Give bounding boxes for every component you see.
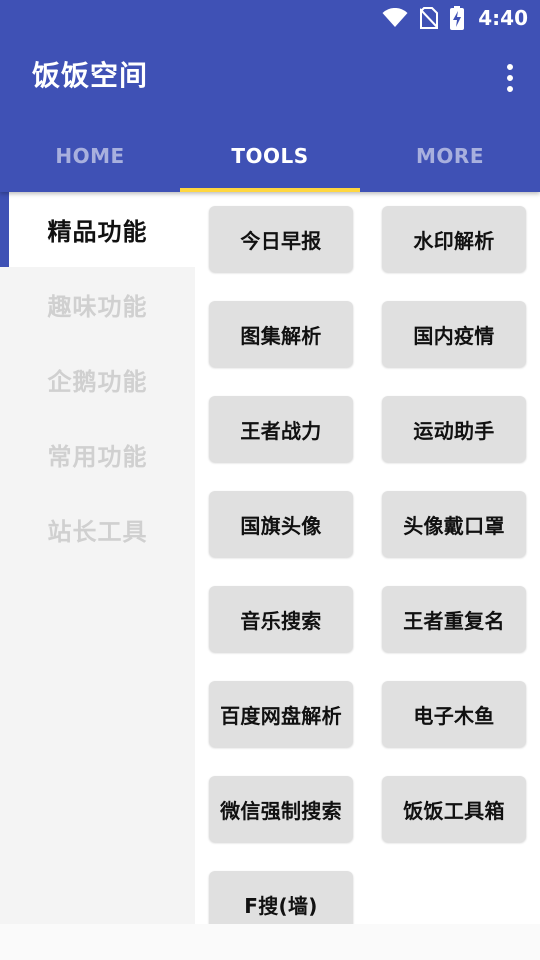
sidebar-item-premium[interactable]: 精品功能 (0, 192, 195, 267)
status-bar: 4:40 (0, 0, 540, 36)
tool-button-gallery-parse[interactable]: 图集解析 (209, 301, 353, 367)
tab-tools[interactable]: TOOLS (180, 120, 360, 192)
tools-grid: 今日早报 水印解析 图集解析 国内疫情 王者战力 运动助手 国旗头像 头像戴口罩… (209, 206, 526, 924)
tool-button-domestic-epidemic[interactable]: 国内疫情 (382, 301, 526, 367)
tool-button-sport-assistant[interactable]: 运动助手 (382, 396, 526, 462)
bottom-strip (0, 924, 540, 960)
tab-home[interactable]: HOME (0, 120, 180, 192)
tool-button-daily-news[interactable]: 今日早报 (209, 206, 353, 272)
tool-button-baidu-pan-parse[interactable]: 百度网盘解析 (209, 681, 353, 747)
sidebar-item-webmaster[interactable]: 站长工具 (0, 492, 195, 567)
sidebar-item-penguin[interactable]: 企鹅功能 (0, 342, 195, 417)
tools-panel: 今日早报 水印解析 图集解析 国内疫情 王者战力 运动助手 国旗头像 头像戴口罩… (195, 192, 540, 924)
app-title: 饭饭空间 (32, 59, 149, 92)
tool-button-watermark-parse[interactable]: 水印解析 (382, 206, 526, 272)
tab-more[interactable]: MORE (360, 120, 540, 192)
tool-button-wooden-fish[interactable]: 电子木鱼 (382, 681, 526, 747)
tool-button-wechat-force-search[interactable]: 微信强制搜索 (209, 776, 353, 842)
tool-button-f-search[interactable]: F搜(墙) (209, 871, 353, 924)
battery-charging-icon (450, 6, 465, 30)
tab-bar: HOME TOOLS MORE (0, 120, 540, 192)
sidebar-item-common[interactable]: 常用功能 (0, 417, 195, 492)
category-sidebar: 精品功能 趣味功能 企鹅功能 常用功能 站长工具 (0, 192, 195, 924)
tool-button-king-duplicate-name[interactable]: 王者重复名 (382, 586, 526, 652)
wifi-icon (382, 8, 408, 28)
app-bar: 4:40 饭饭空间 HOME TOOLS MORE (0, 0, 540, 192)
tool-button-avatar-mask[interactable]: 头像戴口罩 (382, 491, 526, 557)
sidebar-item-fun[interactable]: 趣味功能 (0, 267, 195, 342)
no-sim-icon (420, 7, 439, 29)
tool-button-fanfan-toolbox[interactable]: 饭饭工具箱 (382, 776, 526, 842)
tool-button-flag-avatar[interactable]: 国旗头像 (209, 491, 353, 557)
status-clock: 4:40 (478, 6, 528, 30)
overflow-menu-icon[interactable] (498, 60, 522, 96)
status-icons: 4:40 (382, 0, 528, 36)
tool-button-music-search[interactable]: 音乐搜索 (209, 586, 353, 652)
tool-button-king-power[interactable]: 王者战力 (209, 396, 353, 462)
